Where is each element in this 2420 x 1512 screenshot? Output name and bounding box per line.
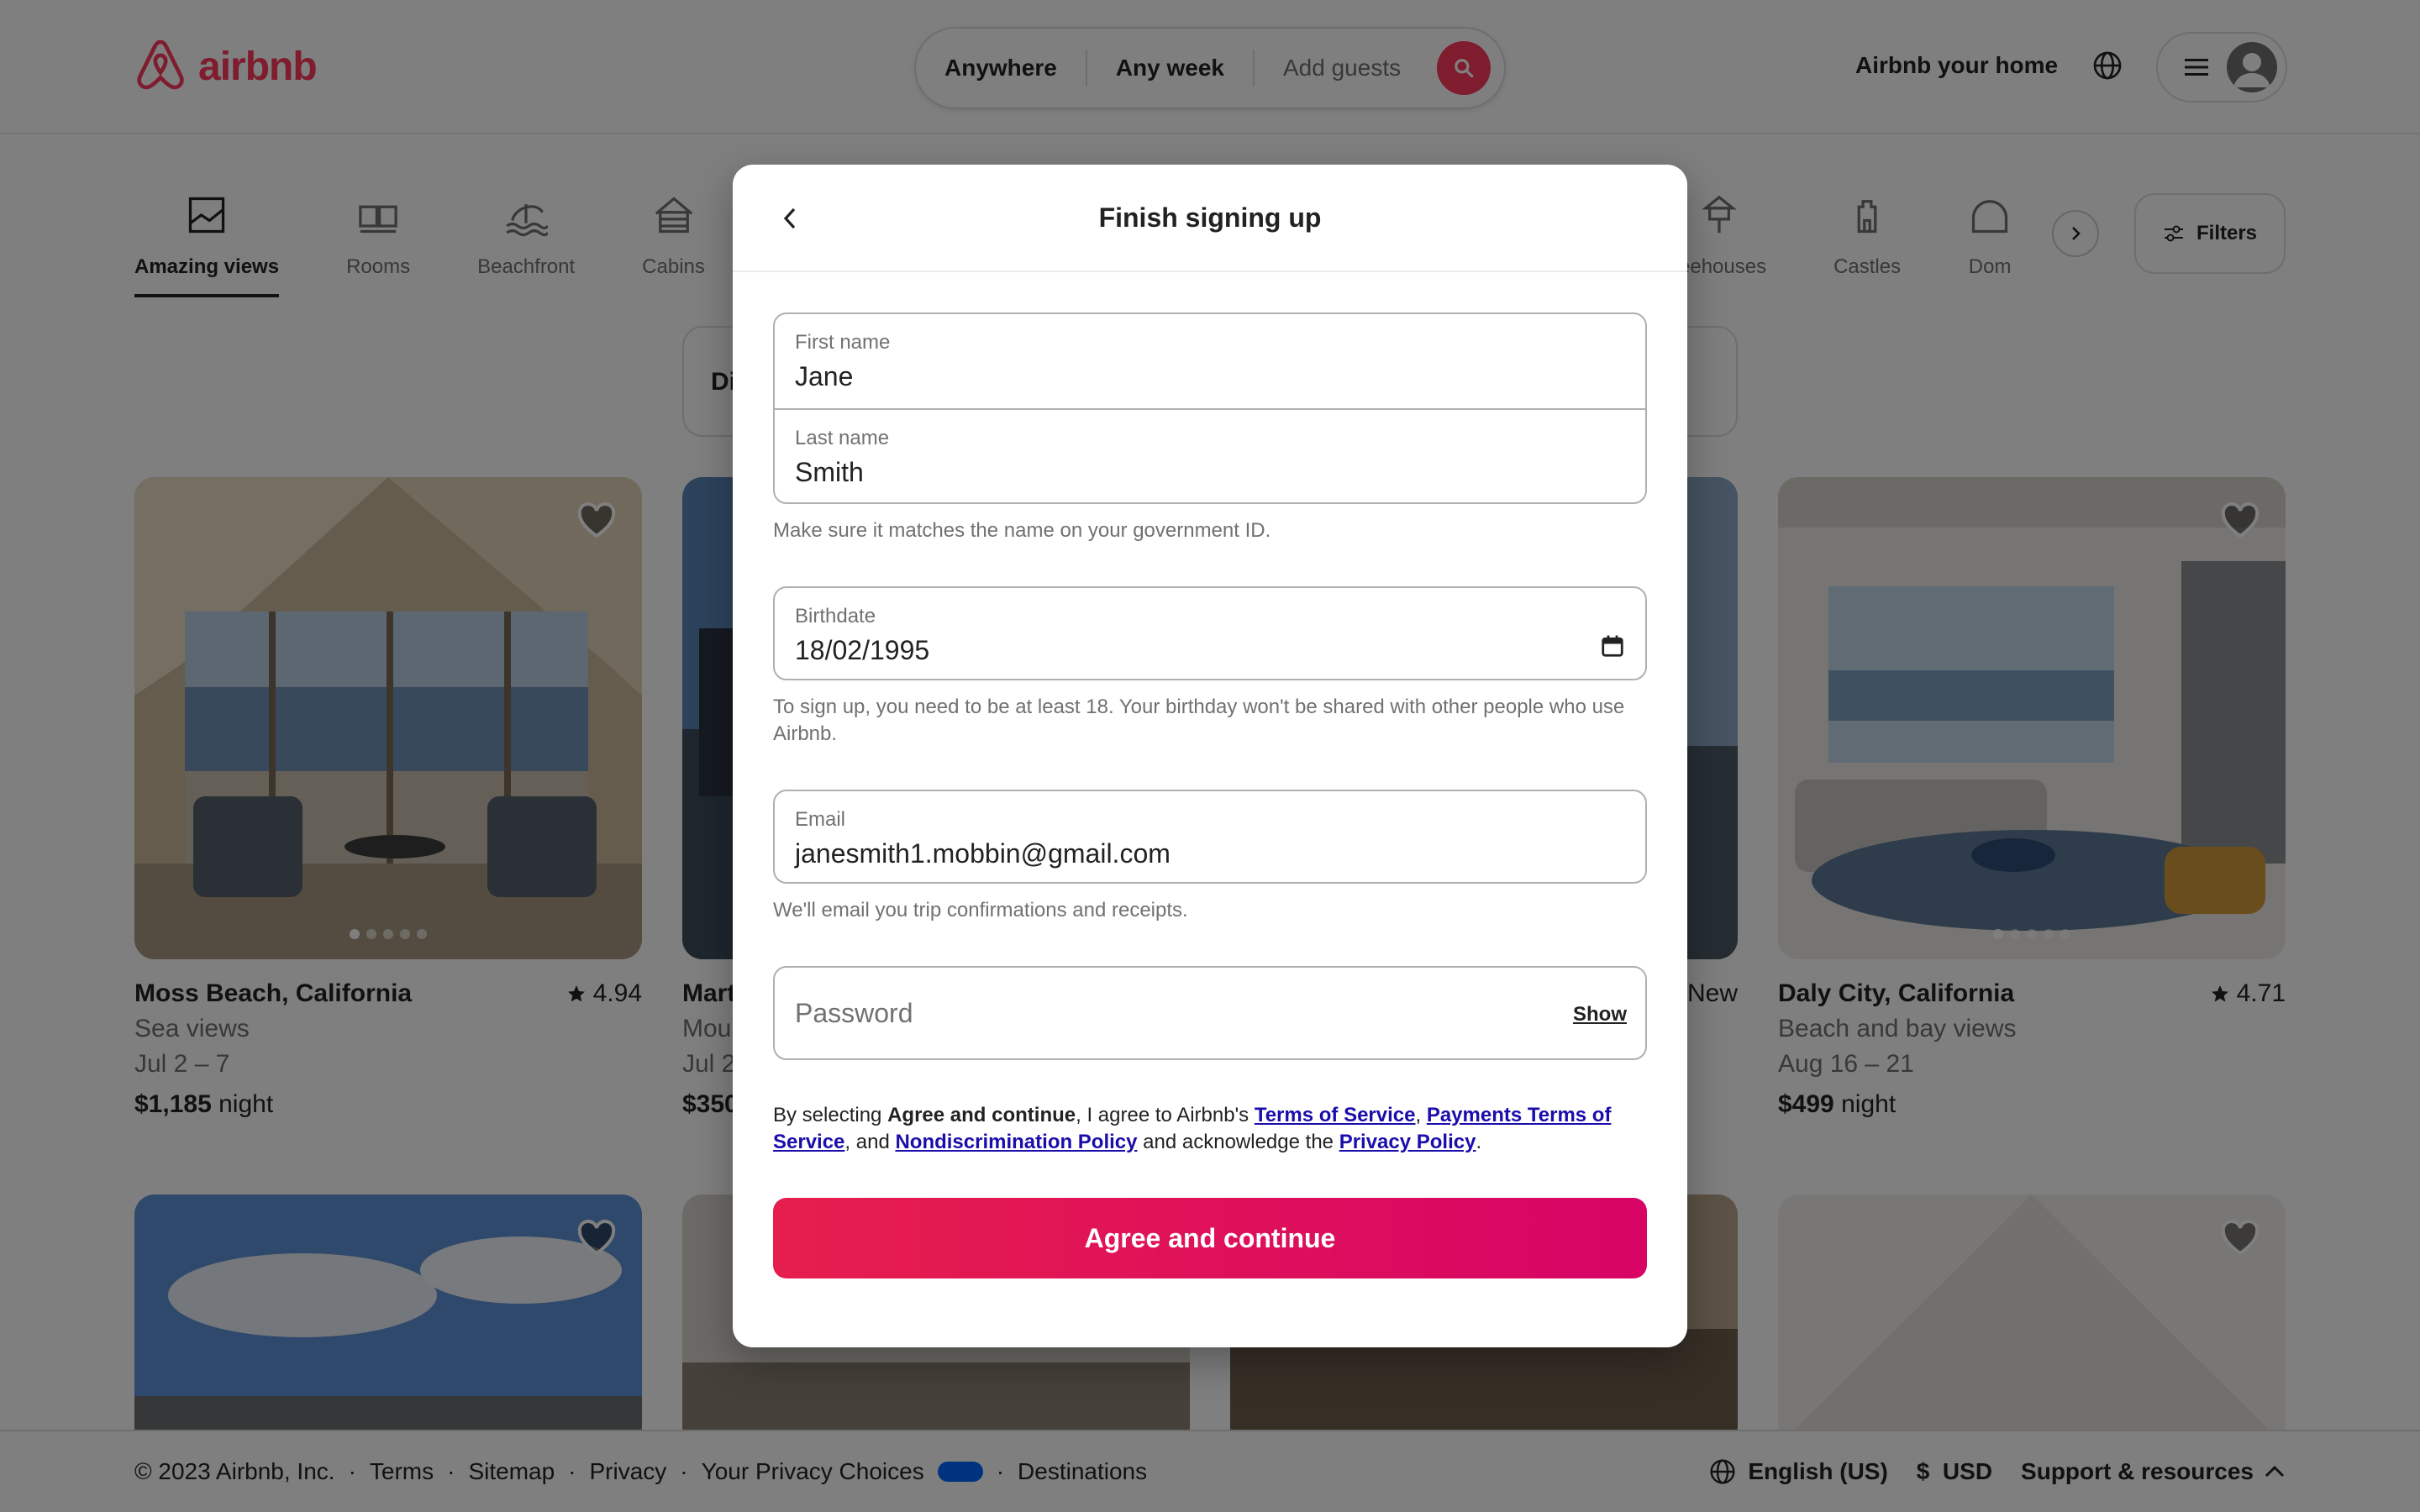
signup-form: First name Jane Last name Smith Make sur… [773, 312, 1647, 1278]
first-name-field[interactable]: First name Jane [775, 314, 1645, 408]
password-input[interactable]: Password [795, 998, 913, 1029]
email-input[interactable]: janesmith1.mobbin@gmail.com [795, 838, 1625, 869]
legal-bold: Agree and continue [887, 1104, 1076, 1126]
show-password-button[interactable]: Show [1573, 1003, 1627, 1026]
name-hint: Make sure it matches the name on your go… [773, 519, 1271, 542]
privacy-policy-link[interactable]: Privacy Policy [1339, 1131, 1476, 1153]
agree-and-continue-button[interactable]: Agree and continue [773, 1198, 1647, 1278]
modal-title: Finish signing up [1098, 202, 1322, 233]
email-hint: We'll email you trip confirmations and r… [773, 899, 1188, 921]
email-field[interactable]: Email janesmith1.mobbin@gmail.com [773, 790, 1647, 884]
terms-of-service-link[interactable]: Terms of Service [1255, 1104, 1416, 1126]
legal-prefix: By selecting [773, 1104, 888, 1126]
last-name-label: Last name [795, 427, 890, 449]
birthdate-hint: To sign up, you need to be at least 18. … [773, 696, 1625, 745]
modal-header: Finish signing up [733, 165, 1687, 272]
last-name-input[interactable]: Smith [795, 457, 1625, 488]
birthdate-field[interactable]: Birthdate 18/02/1995 [773, 586, 1647, 680]
chevron-left-icon [783, 207, 796, 229]
name-field-group: First name Jane Last name Smith [773, 312, 1647, 504]
calendar-button[interactable] [1600, 633, 1625, 663]
first-name-label: First name [795, 331, 891, 354]
password-field[interactable]: Password Show [773, 966, 1647, 1060]
nondiscrimination-policy-link[interactable]: Nondiscrimination Policy [895, 1131, 1137, 1153]
legal-comma: , [1415, 1104, 1427, 1126]
first-name-input[interactable]: Jane [795, 361, 1625, 392]
email-label: Email [795, 808, 846, 831]
legal-mid: , I agree to Airbnb's [1076, 1104, 1255, 1126]
legal-text: By selecting Agree and continue, I agree… [773, 1102, 1647, 1156]
back-button[interactable] [766, 195, 813, 242]
legal-end: . [1476, 1131, 1482, 1153]
legal-and: , and [844, 1131, 896, 1153]
birthdate-label: Birthdate [795, 605, 876, 627]
last-name-field[interactable]: Last name Smith [775, 408, 1645, 502]
birthdate-input[interactable]: 18/02/1995 [795, 635, 1625, 666]
calendar-icon [1602, 635, 1623, 657]
legal-acknowledge: and acknowledge the [1137, 1131, 1339, 1153]
finish-signup-modal: Finish signing up First name Jane Last n… [733, 165, 1687, 1347]
